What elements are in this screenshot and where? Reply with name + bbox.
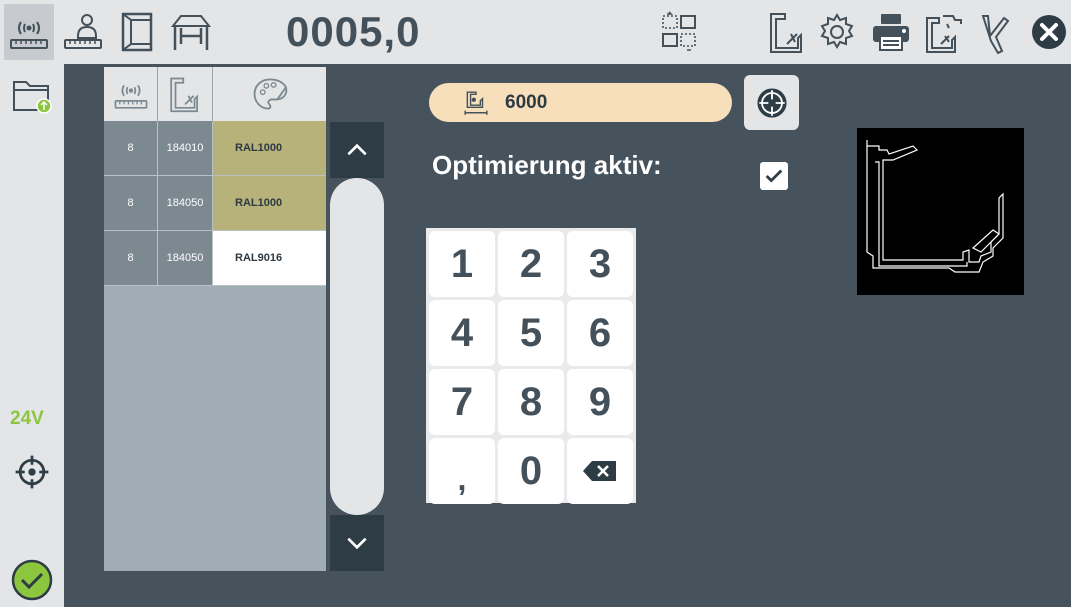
window-frame-button[interactable] [112,4,162,60]
folder-upload-icon [13,81,52,114]
cell-quantity: 8 [104,176,158,230]
close-icon [1032,15,1066,49]
profile-preview [857,128,1024,295]
table-row[interactable]: 8 184010 RAL1000 [104,121,326,176]
transfer-icon [662,11,696,51]
measure-sensor-button[interactable] [4,4,54,60]
key-backspace[interactable] [567,438,633,504]
target-button[interactable] [744,75,799,130]
palette-icon [253,78,287,110]
profile-cut-button[interactable] [762,4,812,60]
scroll-thumb[interactable] [330,178,384,515]
cell-quantity: 8 [104,231,158,285]
length-value: 6000 [505,91,548,113]
print-button[interactable] [866,4,916,60]
cell-color: RAL1000 [213,121,326,175]
cell-profile: 184050 [158,231,213,285]
key-3[interactable]: 3 [567,231,633,297]
optimization-checkbox[interactable] [760,162,788,190]
scroll-up-button[interactable] [330,122,384,178]
operator-measure-icon [64,14,102,49]
check-circle-icon [11,559,53,601]
profile-cut-icon [170,77,198,113]
order-table: 8 184010 RAL1000 8 184050 RAL1000 8 184050 RAL90… [104,67,326,571]
column-header-profile[interactable] [158,67,213,121]
key-2[interactable]: 2 [498,231,564,297]
checkmark-icon [765,169,783,183]
measure-sensor-icon [10,21,48,49]
crosshair-icon [756,87,787,118]
scroll-down-button[interactable] [330,515,384,571]
crosshair-button[interactable] [6,446,58,498]
piece-counter: 0005,0 [286,8,421,55]
cell-profile: 184050 [158,176,213,230]
open-folder-button[interactable] [6,68,58,120]
gear-icon [820,13,854,49]
operator-measure-button[interactable] [58,4,108,60]
cell-color: RAL1000 [213,176,326,230]
table-row[interactable]: 8 184050 RAL9016 [104,231,326,286]
key-9[interactable]: 9 [567,369,633,435]
key-5[interactable]: 5 [498,300,564,366]
key-1[interactable]: 1 [429,231,495,297]
printer-icon [873,14,909,51]
key-4[interactable]: 4 [429,300,495,366]
left-sidebar: 24V [0,64,64,607]
key-comma[interactable]: , [429,438,495,504]
measure-sensor-icon [114,84,147,109]
crosshair-icon [15,455,49,489]
cell-quantity: 8 [104,121,158,175]
chevron-up-icon [347,143,367,156]
length-profile-icon [464,90,488,115]
confirm-button[interactable] [6,554,58,606]
window-frame-icon [121,12,153,52]
machine-table-icon [170,15,212,50]
optimization-label: Optimierung aktiv: [432,150,662,180]
settings-button[interactable] [812,4,862,60]
table-row[interactable]: 8 184050 RAL1000 [104,176,326,231]
machine-table-button[interactable] [166,4,216,60]
voltage-indicator: 24V [10,408,44,429]
column-header-color[interactable] [213,67,326,121]
cell-color: RAL9016 [213,231,326,285]
profile-cut-icon [770,13,802,53]
profile-edit-button[interactable] [920,4,970,60]
key-6[interactable]: 6 [567,300,633,366]
close-button[interactable] [1024,4,1071,60]
transfer-button[interactable] [654,4,704,60]
top-toolbar: 0005,0 [0,0,1071,64]
profile-edit-icon [926,15,962,53]
cell-profile: 184010 [158,121,213,175]
column-header-quantity[interactable] [104,67,158,121]
length-input[interactable]: 6000 [429,83,732,122]
key-7[interactable]: 7 [429,369,495,435]
table-header [104,67,326,121]
key-0[interactable]: 0 [498,438,564,504]
profile-angle-icon [981,15,1010,54]
table-body: 8 184010 RAL1000 8 184050 RAL1000 8 184050 RAL90… [104,121,326,286]
key-8[interactable]: 8 [498,369,564,435]
profile-outline-image [866,140,1004,273]
profile-angle-button[interactable] [972,4,1022,60]
numeric-keypad: 123 456 789,0 [426,228,636,504]
chevron-down-icon [347,537,367,550]
backspace-icon [583,461,616,481]
